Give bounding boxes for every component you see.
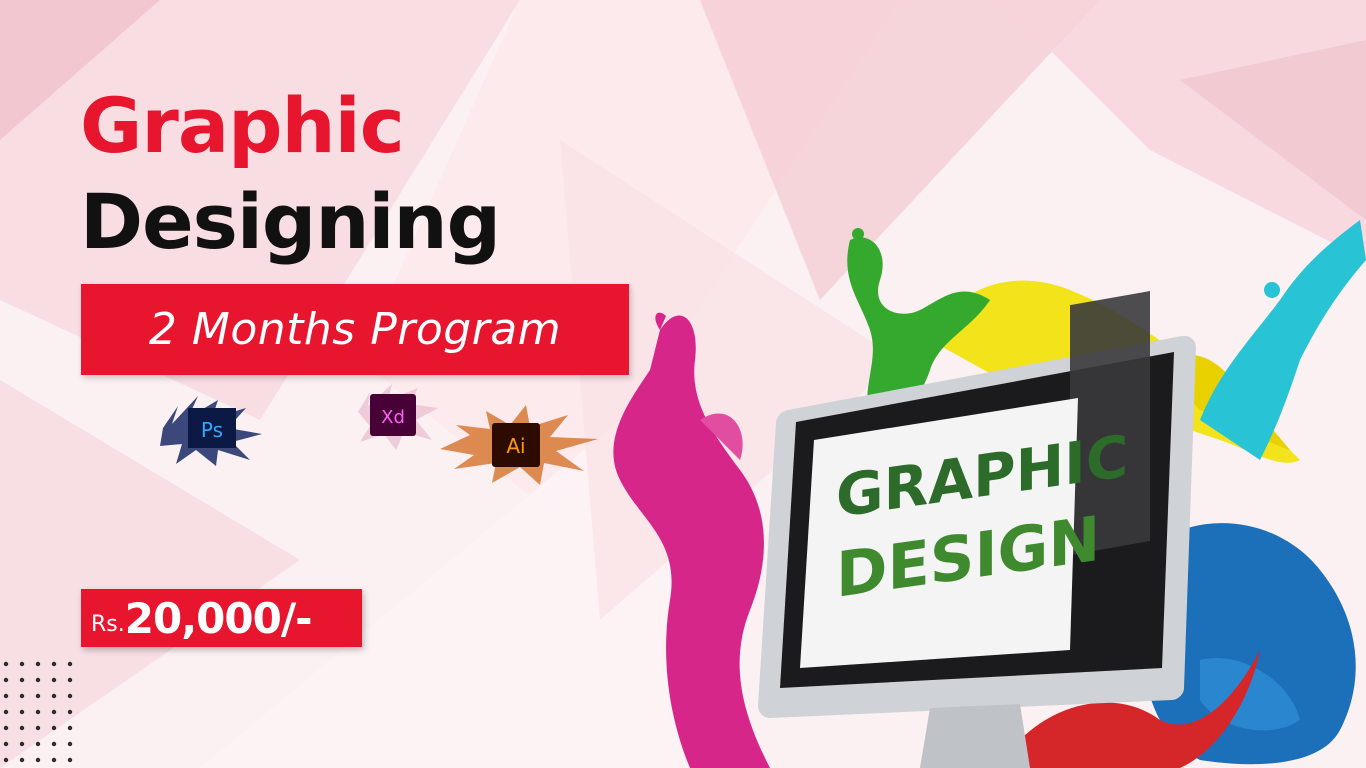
svg-text:Ps: Ps bbox=[201, 418, 223, 442]
svg-text:Xd: Xd bbox=[381, 407, 405, 428]
headline-designing: Designing bbox=[80, 177, 501, 266]
price-amount: 20,000/- bbox=[124, 593, 313, 643]
magenta-paint-splash bbox=[613, 315, 770, 768]
price-prefix: Rs. bbox=[91, 611, 125, 637]
adobe-xd-icon: Xd bbox=[358, 384, 438, 450]
illustrator-icon: Ai bbox=[440, 405, 598, 485]
program-duration-badge: 2 Months Program bbox=[81, 284, 629, 375]
program-label: 2 Months Program bbox=[148, 304, 562, 355]
dot-grid-decoration bbox=[3, 661, 73, 763]
price-badge: Rs. 20,000/- bbox=[81, 589, 362, 647]
cyan-paint-splash bbox=[1200, 220, 1366, 460]
monitor-paint-splash-illustration: GRAPHIC DESIGN bbox=[613, 220, 1366, 768]
photoshop-icon: Ps bbox=[160, 396, 262, 466]
svg-text:Ai: Ai bbox=[506, 434, 525, 458]
headline-graphic: Graphic bbox=[80, 81, 405, 170]
